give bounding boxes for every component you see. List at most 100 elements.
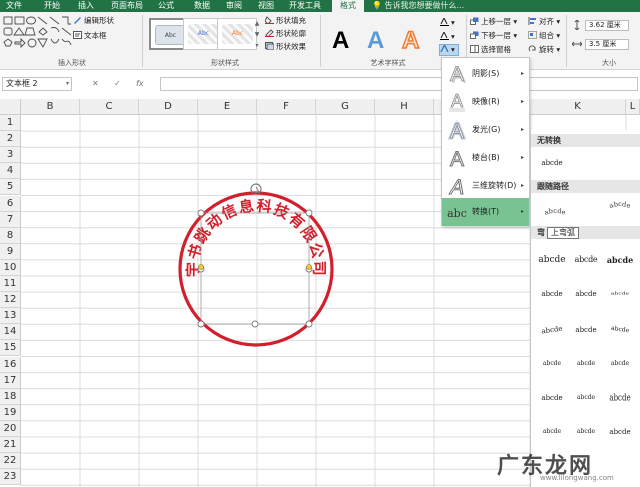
menu-item-shadow[interactable]: AA 阴影(S) ▸	[442, 60, 529, 88]
warp-option[interactable]: abcde	[535, 248, 569, 272]
tab-page-layout[interactable]: 页面布局	[108, 0, 146, 12]
shape-outline-button[interactable]: 形状轮廓	[265, 29, 306, 39]
row-header[interactable]: 16	[0, 356, 21, 373]
row-header[interactable]: 7	[0, 211, 21, 228]
bring-forward-button[interactable]: 上移一层 ▾	[470, 17, 517, 27]
select-all-corner[interactable]	[0, 99, 21, 115]
menu-item-transform[interactable]: abc 转换(T) ▸	[442, 198, 529, 226]
confirm-icon[interactable]: ✓	[114, 77, 121, 91]
tab-data[interactable]: 数据	[190, 0, 214, 12]
row-header[interactable]: 8	[0, 227, 21, 244]
tab-developer[interactable]: 开发工具	[286, 0, 324, 12]
adjust-handle[interactable]	[306, 264, 312, 270]
insert-function-icon[interactable]: fx	[136, 77, 144, 91]
row-header[interactable]: 15	[0, 340, 21, 357]
cancel-icon[interactable]: ✕	[92, 77, 99, 91]
shape-fill-button[interactable]: 形状填充	[264, 16, 306, 26]
text-box-button[interactable]: 文本框	[73, 31, 107, 41]
row-header[interactable]: 21	[0, 437, 21, 454]
tab-review[interactable]: 审阅	[222, 0, 246, 12]
row-header[interactable]: 6	[0, 195, 21, 212]
tell-me-search[interactable]: 💡 告诉我您想要做什么...	[372, 0, 464, 12]
row-header[interactable]: 9	[0, 243, 21, 260]
row-header[interactable]: 23	[0, 469, 21, 486]
warp-option[interactable]: abcde	[603, 420, 637, 444]
rotate-button[interactable]: 旋转 ▾	[528, 45, 560, 55]
seal-shape[interactable]: 宇书跳动信息科技有限公司	[170, 177, 340, 347]
column-header-h[interactable]: H	[375, 99, 434, 115]
shape-style-gallery-scroll[interactable]: ▲ ▼ ▾	[253, 18, 261, 52]
transform-option-none[interactable]: abcde	[535, 152, 569, 176]
column-header-b[interactable]: B	[21, 99, 80, 115]
row-header[interactable]: 11	[0, 276, 21, 293]
warp-option[interactable]: abcde	[603, 382, 637, 413]
row-header[interactable]: 2	[0, 131, 21, 148]
row-header[interactable]: 18	[0, 388, 21, 405]
shape-height-input[interactable]: 3.62 厘米	[585, 20, 629, 31]
selection-pane-button[interactable]: 选择窗格	[470, 45, 511, 55]
text-effects-button[interactable]: ▾	[439, 43, 459, 56]
warp-option[interactable]: abcde	[535, 352, 569, 376]
column-header-e[interactable]: E	[198, 99, 257, 115]
column-header-g[interactable]: G	[316, 99, 375, 115]
warp-option[interactable]: abcde	[569, 420, 603, 444]
wordart-style-black[interactable]: A	[332, 28, 349, 54]
warp-option[interactable]: abcde	[535, 386, 569, 410]
warp-option[interactable]: abcde	[569, 352, 603, 376]
text-outline-button[interactable]: ▾	[440, 30, 455, 42]
row-header[interactable]: 17	[0, 372, 21, 389]
align-button[interactable]: 对齐 ▾	[528, 17, 560, 27]
row-header[interactable]: 3	[0, 147, 21, 164]
warp-option[interactable]: abcde	[535, 420, 569, 444]
adjust-handle[interactable]	[198, 264, 204, 270]
text-fill-button[interactable]: ▾	[440, 16, 455, 28]
warp-option[interactable]: abcde	[533, 316, 570, 344]
menu-item-3d-rotation[interactable]: A 三维旋转(D) ▸	[442, 172, 529, 200]
wordart-style-orange[interactable]: A	[401, 27, 420, 55]
warp-option[interactable]: abcde	[569, 386, 603, 410]
menu-item-bevel[interactable]: A 棱台(B) ▸	[442, 144, 529, 172]
wordart-style-blue[interactable]: A	[367, 28, 384, 54]
formula-input[interactable]	[160, 77, 638, 91]
group-button[interactable]: 组合 ▾	[528, 31, 560, 41]
menu-item-reflection[interactable]: A 映像(R) ▸	[442, 88, 529, 116]
warp-option[interactable]: abcde	[569, 282, 603, 306]
row-header[interactable]: 4	[0, 163, 21, 180]
column-header-c[interactable]: C	[80, 99, 139, 115]
column-header-l[interactable]: L	[626, 99, 640, 115]
tab-view[interactable]: 视图	[254, 0, 278, 12]
column-header-d[interactable]: D	[139, 99, 198, 115]
column-header-f[interactable]: F	[257, 99, 316, 115]
warp-option[interactable]: abcde	[603, 287, 637, 301]
warp-option[interactable]: abcde	[569, 318, 603, 342]
tab-format[interactable]: 格式	[332, 0, 364, 12]
name-box[interactable]: 文本框 2 ▾	[2, 77, 72, 91]
warp-option[interactable]: abcde	[603, 248, 637, 272]
send-backward-button[interactable]: 下移一层 ▾	[470, 31, 517, 41]
row-header[interactable]: 10	[0, 259, 21, 276]
warp-option[interactable]: abcde	[601, 316, 638, 344]
warp-option[interactable]: abcde	[569, 248, 603, 272]
shape-style-thumbnail-3[interactable]: Abc	[217, 18, 257, 50]
edit-shape-button[interactable]: 编辑形状	[73, 16, 114, 26]
shape-effects-button[interactable]: 形状效果	[265, 42, 306, 52]
row-header[interactable]: 14	[0, 324, 21, 341]
chevron-down-icon[interactable]: ▾	[66, 78, 69, 90]
row-header[interactable]: 13	[0, 308, 21, 325]
row-header[interactable]: 20	[0, 420, 21, 437]
row-header[interactable]: 12	[0, 292, 21, 309]
shape-width-input[interactable]: 3.5 厘米	[585, 39, 629, 50]
row-header[interactable]: 19	[0, 404, 21, 421]
tab-insert[interactable]: 插入	[74, 0, 98, 12]
row-header[interactable]: 22	[0, 453, 21, 470]
warp-option[interactable]: abcde	[535, 282, 569, 306]
row-header[interactable]: 5	[0, 179, 21, 196]
column-header-k[interactable]: K	[530, 99, 626, 115]
warp-option[interactable]: abcde	[603, 352, 637, 376]
row-header[interactable]: 1	[0, 115, 21, 132]
tab-home[interactable]: 开始	[40, 0, 64, 12]
tab-file[interactable]: 文件	[2, 0, 26, 12]
menu-item-glow[interactable]: AA 发光(G) ▸	[442, 116, 529, 144]
follow-path-options[interactable]: abcde abcde	[535, 196, 639, 222]
tab-formulas[interactable]: 公式	[154, 0, 178, 12]
